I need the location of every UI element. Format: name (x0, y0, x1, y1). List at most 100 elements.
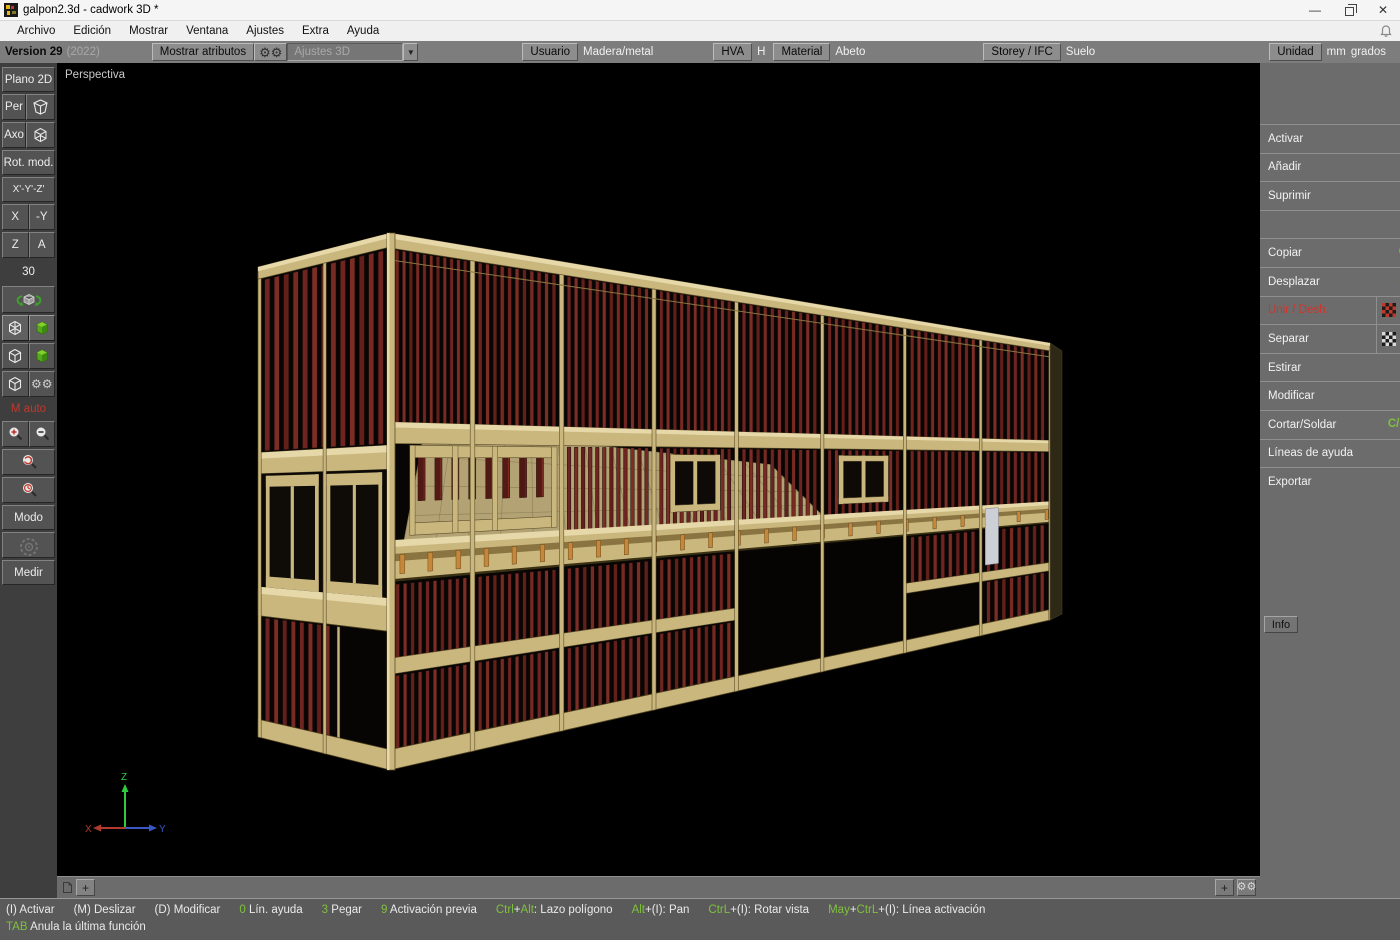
timber-frame-model[interactable] (57, 63, 1260, 876)
status-hint-deslizar: (M) Deslizar (74, 904, 136, 916)
tool-anadir[interactable]: Añadir (1260, 153, 1400, 182)
status-hint-modificar: (D) Modificar (155, 904, 221, 916)
viewport-tab-strip: + + ⚙⚙ (57, 876, 1260, 898)
page-icon (62, 881, 73, 894)
attributes-gear-button[interactable]: ⚙⚙ (254, 43, 287, 61)
axo-view-button[interactable]: Axo (2, 122, 26, 148)
restore-button[interactable] (1332, 0, 1366, 20)
menu-extra[interactable]: Extra (293, 23, 338, 39)
gear-icon: ⚙⚙ (259, 46, 282, 59)
cube-outline-2-icon (6, 375, 24, 393)
hva-value: H (757, 46, 765, 58)
tool-modificar[interactable]: Modificar (1260, 381, 1400, 410)
render-settings-button[interactable]: ⚙⚙ (29, 371, 56, 397)
tool-icon-cell[interactable] (1376, 325, 1400, 353)
zoom-out-button[interactable] (29, 421, 56, 447)
dropdown-arrow-button[interactable]: ▼ (403, 43, 418, 61)
tool-label: Cortar/Soldar (1260, 419, 1400, 431)
left-toolbar: Plano 2D Per Axo Rot. mod. X'-Y'-Z' X -Y… (0, 63, 57, 898)
tool-desplazar[interactable]: DesplazarS (1260, 267, 1400, 296)
m-auto-label[interactable]: M auto (2, 399, 55, 419)
tool-label: Unir / Desh. (1260, 304, 1376, 316)
tool-copiar[interactable]: CopiarC (1260, 238, 1400, 267)
menu-edicion[interactable]: Edición (64, 23, 120, 39)
shaded-mode-button[interactable] (29, 315, 56, 341)
rotate-view-button[interactable] (2, 286, 55, 313)
material-button[interactable]: Material (773, 43, 830, 61)
tool-label: Modificar (1260, 390, 1400, 402)
tool-activar[interactable]: Activar (1260, 124, 1400, 153)
axis-triad: Z X Y (77, 768, 167, 858)
axis-z-button[interactable]: Z (2, 232, 29, 258)
axes-mode-button[interactable]: X'-Y'-Z' (2, 177, 55, 202)
tool-label: Estirar (1260, 362, 1400, 374)
3d-viewport[interactable]: Perspectiva Z X Y (57, 63, 1260, 876)
axis-neg-y-button[interactable]: -Y (29, 204, 56, 230)
axis-x-button[interactable]: X (2, 204, 29, 230)
menu-mostrar[interactable]: Mostrar (120, 23, 177, 39)
info-tab-button[interactable]: Info (1264, 616, 1298, 633)
tool-unir-desh[interactable]: Unir / Desh. (1260, 296, 1400, 325)
restore-icon (1345, 7, 1354, 16)
angle-step-value[interactable]: 30 (2, 260, 55, 284)
storey-ifc-button[interactable]: Storey / IFC (983, 43, 1060, 61)
wireframe-mode-button[interactable] (2, 315, 29, 341)
tool-suprimir[interactable]: Suprimir (1260, 181, 1400, 210)
tool-cortar-soldar[interactable]: Cortar/SoldarC/S (1260, 410, 1400, 439)
status-hint-lazo: Ctrl+Alt: Lazo polígono (496, 904, 613, 916)
mostrar-atributos-button[interactable]: Mostrar atributos (152, 43, 254, 61)
tool-icon-cell[interactable] (1376, 297, 1400, 325)
unidad-mm-value: mm (1327, 46, 1346, 58)
zoom-previous-button[interactable] (2, 477, 55, 503)
tool-label: Activar (1260, 133, 1400, 145)
small-gear-icon: ⚙⚙ (1237, 882, 1257, 893)
tool-estirar[interactable]: Estirar (1260, 353, 1400, 382)
close-button[interactable]: ✕ (1366, 0, 1400, 20)
tool-menu-spacer (1260, 210, 1400, 239)
unidad-button[interactable]: Unidad (1269, 43, 1321, 61)
window-title: galpon2.3d - cadwork 3D * (23, 4, 159, 16)
add-view-button[interactable]: + (1215, 879, 1234, 896)
tool-separar[interactable]: Separar (1260, 324, 1400, 353)
axis-a-button[interactable]: A (29, 232, 56, 258)
status-hint-activar: (I) Activar (6, 904, 55, 916)
material-value: Abeto (835, 46, 865, 58)
medir-button[interactable]: Medir (2, 560, 55, 585)
plano-2d-button[interactable]: Plano 2D (2, 67, 55, 92)
menu-ayuda[interactable]: Ayuda (338, 23, 388, 39)
menu-ventana[interactable]: Ventana (177, 23, 237, 39)
gears-icon: ⚙⚙ (31, 378, 53, 390)
tool-lineas-ayuda[interactable]: Líneas de ayuda0 (1260, 439, 1400, 468)
modo-button[interactable]: Modo (2, 505, 55, 530)
cube-options-button[interactable] (2, 371, 29, 397)
notification-bell-icon[interactable] (1380, 25, 1392, 38)
perspective-cube-icon[interactable] (26, 94, 55, 120)
rot-mod-button[interactable]: Rot. mod. (2, 150, 55, 175)
usuario-value: Madera/metal (583, 46, 653, 58)
app-logo-icon (4, 3, 18, 17)
ajustes-3d-dropdown[interactable]: Ajustes 3D (287, 43, 403, 61)
axo-cube-icon[interactable] (26, 122, 55, 148)
hva-button[interactable]: HVA (713, 43, 752, 61)
add-tab-button[interactable]: + (76, 879, 95, 896)
menu-ajustes[interactable]: Ajustes (237, 23, 293, 39)
solid-mode-button[interactable] (2, 343, 29, 369)
shaded-mode-2-button[interactable] (29, 343, 56, 369)
status-hint-pan: Alt+(I): Pan (632, 904, 690, 916)
main-toolbar: Version 29(2022) Mostrar atributos ⚙⚙ Aj… (0, 41, 1400, 63)
axis-x-label: X (85, 824, 92, 835)
zoom-refresh-button[interactable] (2, 449, 55, 475)
checker-red-icon (1382, 303, 1396, 317)
usuario-button[interactable]: Usuario (522, 43, 578, 61)
tool-exportar[interactable]: Exportar (1260, 467, 1400, 496)
perspective-view-button[interactable]: Per (2, 94, 26, 120)
view-settings-button[interactable]: ⚙⚙ (1237, 879, 1256, 896)
menu-archivo[interactable]: Archivo (8, 23, 64, 39)
menu-bar: ArchivoEdiciónMostrarVentanaAjustesExtra… (0, 21, 1400, 41)
green-cube-icon (33, 319, 51, 337)
saw-tool-button[interactable] (2, 532, 55, 558)
zoom-in-button[interactable] (2, 421, 29, 447)
minimize-button[interactable]: — (1298, 0, 1332, 20)
status-hint-pegar: 3 Pegar (322, 904, 362, 916)
tool-label: Copiar (1260, 247, 1400, 259)
